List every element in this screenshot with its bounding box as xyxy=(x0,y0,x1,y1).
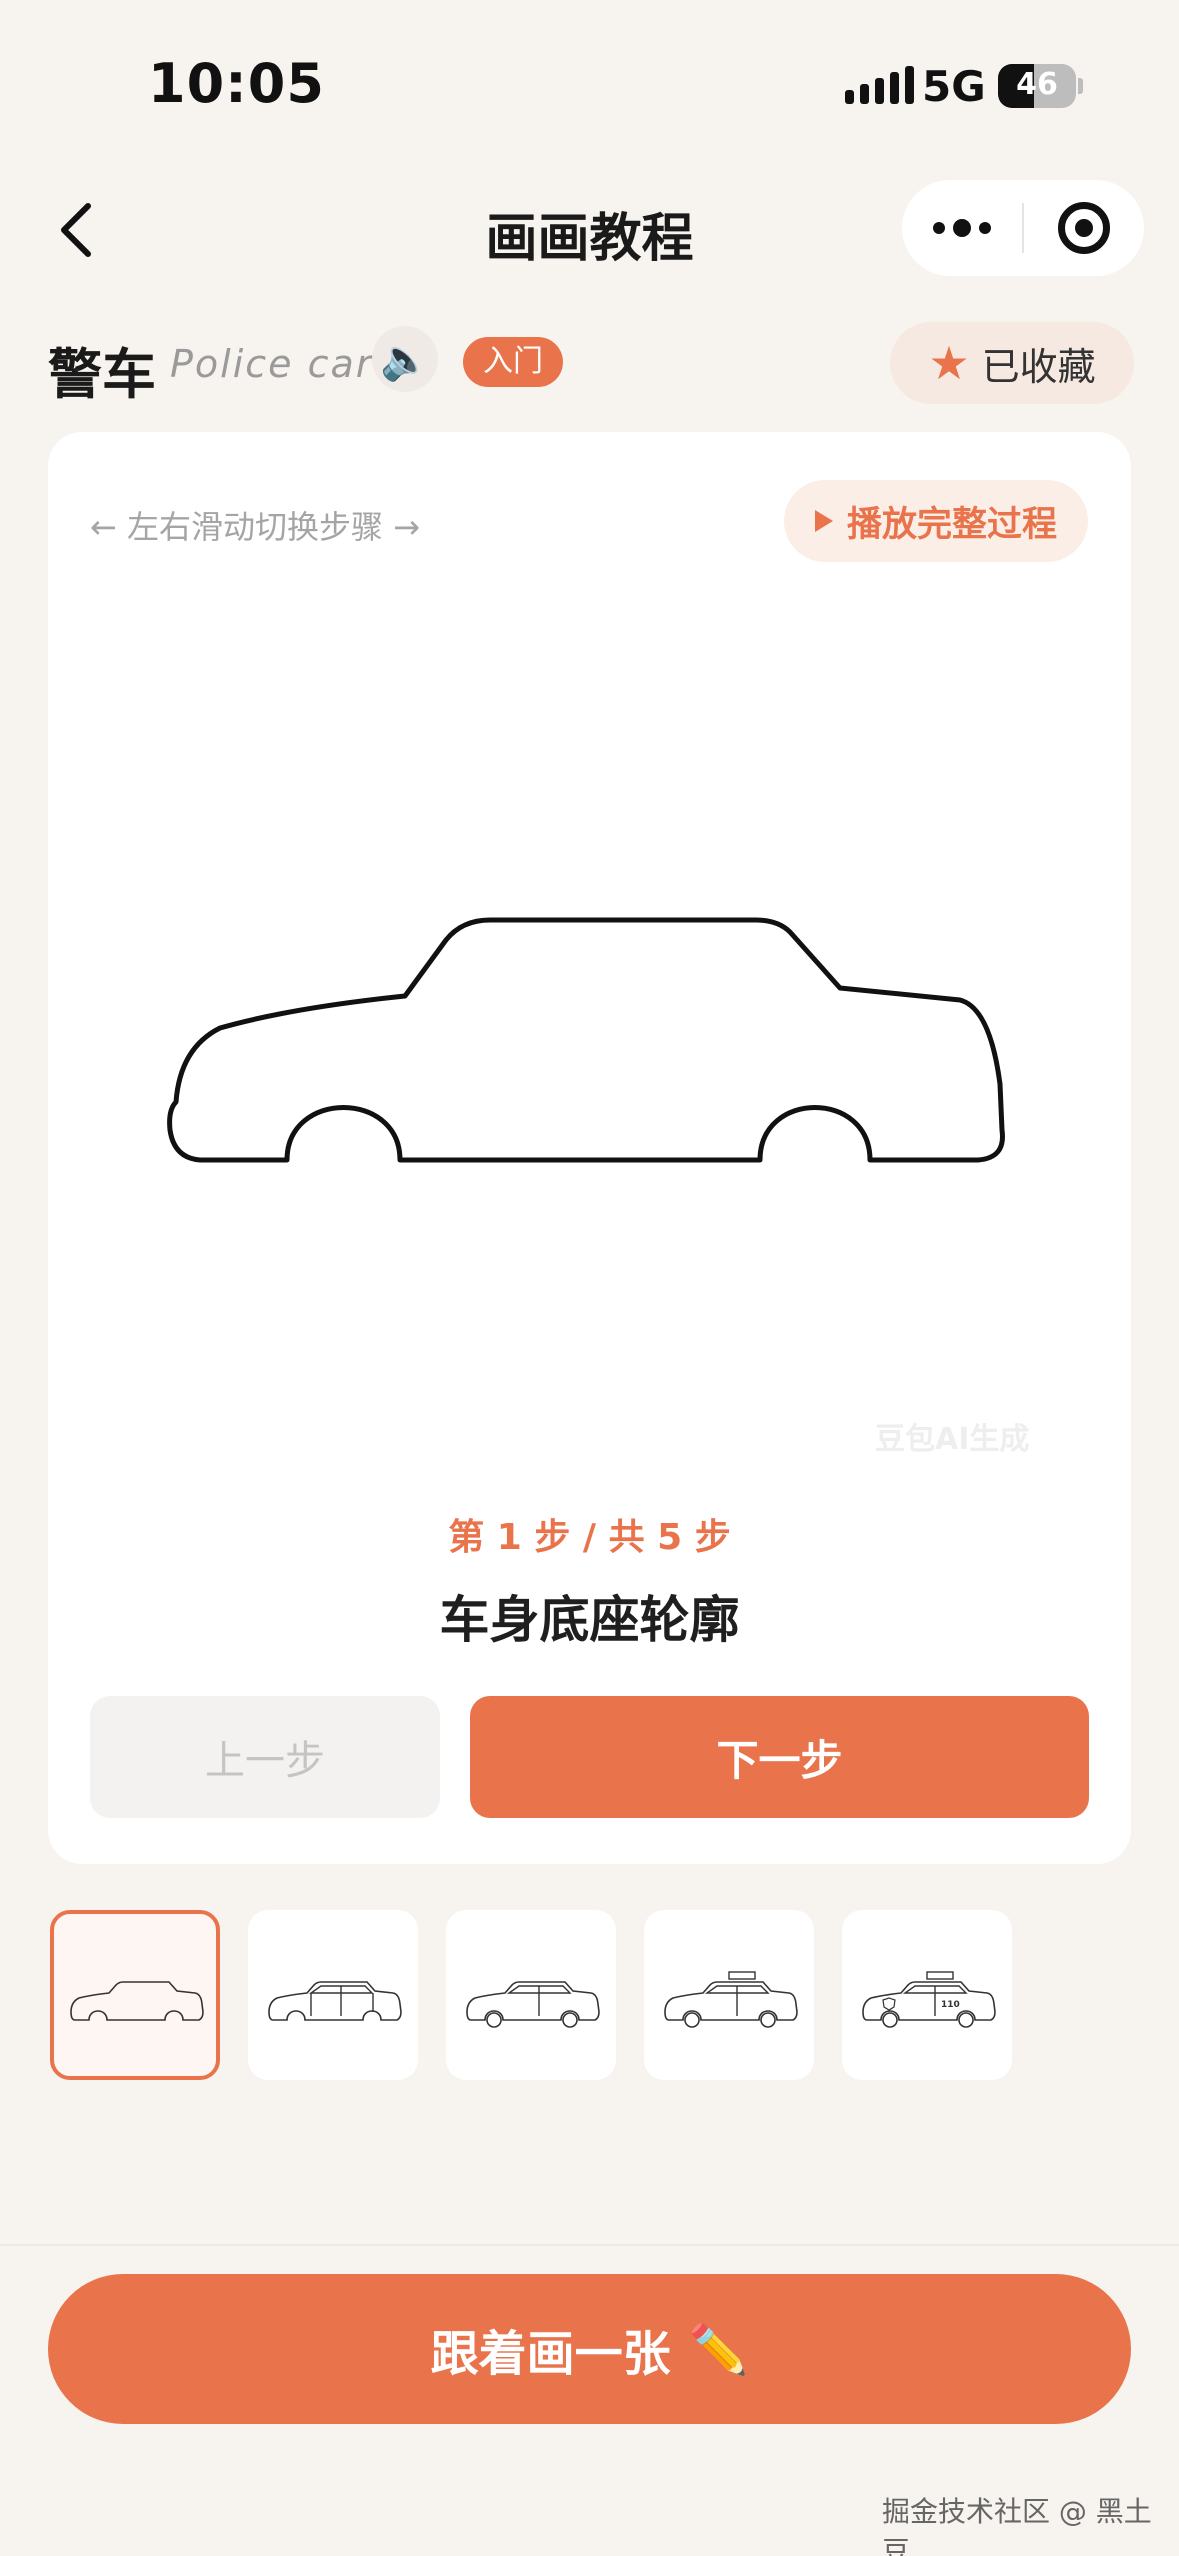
bottom-divider xyxy=(0,2244,1179,2246)
step-thumbnail-1[interactable] xyxy=(50,1910,220,2080)
more-dot xyxy=(979,222,991,234)
step-thumbnail-3[interactable] xyxy=(446,1910,616,2080)
swipe-hint: ← 左右滑动切换步骤 → xyxy=(90,508,420,546)
subject-name: 警车 xyxy=(48,343,156,406)
target-close-icon xyxy=(1058,202,1110,254)
car-siren-thumb xyxy=(664,1971,798,2028)
previous-step-button[interactable]: 上一步 xyxy=(90,1696,440,1818)
plate-number: 110 xyxy=(941,2000,960,2010)
car-wheels-thumb xyxy=(466,1981,600,2028)
pencil-icon: ✏️ xyxy=(688,2321,749,2378)
step-drawing[interactable] xyxy=(150,840,1030,1180)
network-label: 5G xyxy=(922,62,986,111)
draw-along-button[interactable]: 跟着画一张 ✏️ xyxy=(48,2274,1131,2424)
signal-icon xyxy=(845,66,914,104)
play-full-button[interactable]: 播放完整过程 xyxy=(784,480,1088,562)
source-credit: 掘金技术社区 @ 黑土豆 xyxy=(882,2495,1152,2556)
step-title: 车身底座轮廓 xyxy=(439,1591,740,1649)
police-car-thumb: 110 xyxy=(862,1971,996,2028)
speaker-button[interactable]: 🔈 xyxy=(372,326,438,392)
level-badge: 入门 xyxy=(463,337,563,387)
more-button[interactable] xyxy=(902,180,1022,276)
ai-watermark: 豆包AI生成 xyxy=(875,1422,1030,1457)
play-icon xyxy=(814,510,833,532)
step-counter: 第 1 步 / 共 5 步 xyxy=(448,1517,731,1558)
car-doors-thumb xyxy=(268,1981,402,2021)
favorite-label: 已收藏 xyxy=(981,344,1096,389)
step-thumbnail-4[interactable] xyxy=(644,1910,814,2080)
next-step-button[interactable]: 下一步 xyxy=(470,1696,1089,1818)
speaker-icon: 🔈 xyxy=(380,336,430,383)
step-thumbnail-5[interactable]: 110 xyxy=(842,1910,1012,2080)
car-outline-thumb xyxy=(70,1981,204,2021)
step-thumbnail-2[interactable] xyxy=(248,1910,418,2080)
status-time: 10:05 xyxy=(148,52,325,115)
more-dots-icon xyxy=(933,222,945,234)
favorite-button[interactable]: ★ 已收藏 xyxy=(890,322,1134,404)
battery-icon: 46 xyxy=(998,64,1076,108)
subject-name-english: Police car xyxy=(170,342,374,386)
close-mini-program-button[interactable] xyxy=(1024,180,1144,276)
star-icon: ★ xyxy=(928,336,970,390)
play-full-label: 播放完整过程 xyxy=(846,504,1057,545)
car-body-outline xyxy=(167,917,1005,1163)
mini-program-capsule xyxy=(902,180,1144,276)
more-dot xyxy=(953,219,971,237)
draw-along-label: 跟着画一张 xyxy=(430,2326,671,2382)
battery-level: 46 xyxy=(1016,67,1058,102)
battery-nub xyxy=(1078,78,1083,94)
